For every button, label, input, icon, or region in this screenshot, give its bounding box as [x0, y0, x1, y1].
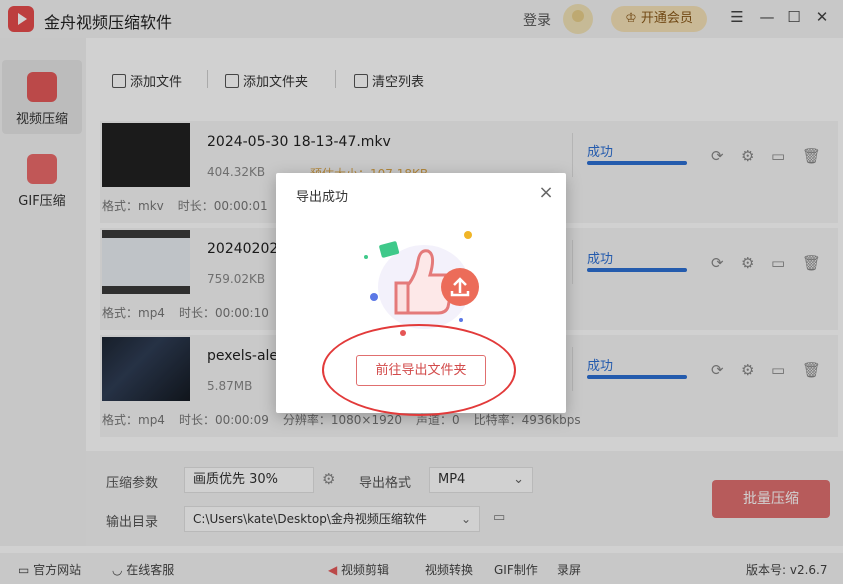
decor-dot [464, 231, 472, 239]
close-icon[interactable]: × [536, 182, 556, 203]
decor-dot [364, 255, 368, 259]
thumb-cuff [394, 281, 410, 315]
dialog-title: 导出成功 [296, 190, 349, 205]
highlight-ellipse [322, 324, 516, 416]
decor-dot [459, 318, 463, 322]
thumbs-up-illustration [364, 231, 479, 336]
decor-dot [370, 293, 378, 301]
